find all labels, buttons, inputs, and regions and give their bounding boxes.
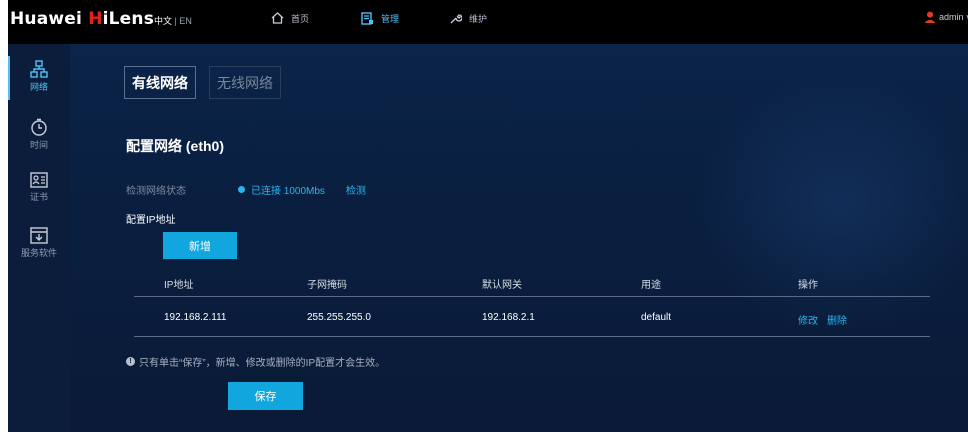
certificate-icon [30, 172, 48, 188]
user-menu[interactable]: admin v [924, 11, 968, 23]
main-content: 有线网络 无线网络 配置网络 (eth0) 检测网络状态 已连接 1000Mbs… [70, 44, 968, 432]
col-ip: IP地址 [164, 280, 194, 291]
info-icon: ! [126, 357, 135, 366]
network-status-row: 检测网络状态 已连接 1000Mbs 检测 [126, 182, 366, 197]
wrench-icon [450, 13, 462, 23]
table-header: IP地址 子网掩码 默认网关 用途 操作 [134, 270, 930, 297]
tab-wireless-network[interactable]: 无线网络 [209, 66, 281, 99]
status-dot-icon [238, 186, 245, 193]
manage-icon [361, 11, 373, 25]
app-window: Huawei HiLens 中文 | EN 首页 管理 维护 admin v 网… [8, 0, 968, 432]
download-box-icon [30, 227, 48, 244]
sidebar-item-time[interactable]: 时间 [8, 118, 70, 151]
col-gateway: 默认网关 [482, 280, 522, 291]
network-icon [30, 60, 48, 78]
brand-logo: Huawei HiLens [10, 9, 155, 29]
sidebar: 网络 时间 证书 服务软件 [8, 44, 70, 432]
col-actions: 操作 [798, 280, 818, 291]
save-button[interactable]: 保存 [228, 382, 303, 410]
nav-manage[interactable]: 管理 [361, 8, 399, 28]
edit-link[interactable]: 修改 [798, 312, 818, 327]
table-row: 192.168.2.111 255.255.255.0 192.168.2.1 … [134, 297, 930, 337]
language-switch: 中文 | EN [154, 16, 192, 26]
lang-english[interactable]: EN [179, 16, 192, 26]
cell-ip: 192.168.2.111 [164, 312, 227, 323]
home-icon [271, 12, 284, 24]
add-ip-button[interactable]: 新增 [163, 232, 237, 259]
cell-gateway: 192.168.2.1 [482, 312, 535, 323]
sidebar-item-certificate[interactable]: 证书 [8, 172, 70, 203]
tab-wired-network[interactable]: 有线网络 [124, 66, 196, 99]
user-icon [924, 11, 936, 23]
col-mask: 子网掩码 [307, 280, 347, 291]
detect-link[interactable]: 检测 [346, 182, 366, 197]
notice-text: 只有单击“保存”，新增、修改或删除的IP配置才会生效。 [139, 358, 386, 369]
sidebar-item-service-software[interactable]: 服务软件 [8, 226, 70, 259]
nav-home[interactable]: 首页 [271, 8, 309, 28]
cell-mask: 255.255.255.0 [307, 312, 371, 323]
cell-usage: default [641, 312, 672, 323]
col-usage: 用途 [641, 280, 661, 291]
row-actions: 修改 删除 [798, 312, 847, 327]
save-notice: ! 只有单击“保存”，新增、修改或删除的IP配置才会生效。 [126, 354, 385, 369]
sidebar-item-network[interactable]: 网络 [8, 60, 70, 93]
clock-icon [31, 118, 47, 136]
ip-config-label: 配置IP地址 [126, 215, 176, 226]
nav-maintain[interactable]: 维护 [449, 8, 487, 28]
lang-chinese[interactable]: 中文 [154, 16, 172, 26]
section-title: 配置网络 (eth0) [126, 138, 224, 154]
status-label: 检测网络状态 [126, 186, 186, 197]
delete-link[interactable]: 删除 [827, 312, 847, 327]
user-name: admin [939, 12, 964, 22]
top-header: Huawei HiLens 中文 | EN 首页 管理 维护 admin v [8, 0, 968, 44]
ip-table: IP地址 子网掩码 默认网关 用途 操作 192.168.2.111 255.2… [134, 270, 930, 337]
status-value: 已连接 1000Mbs [251, 186, 325, 197]
